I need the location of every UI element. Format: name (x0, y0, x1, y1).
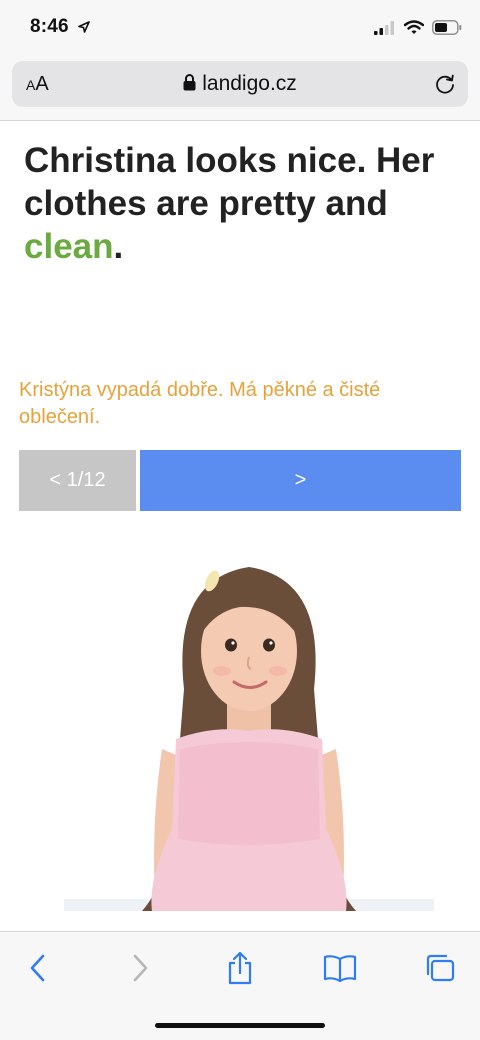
browser-toolbar (0, 931, 480, 1040)
url-text: landigo.cz (202, 72, 297, 95)
next-button[interactable]: > (140, 450, 461, 511)
url-display[interactable]: landigo.cz (12, 72, 468, 97)
status-bar: 8:46 (0, 0, 480, 58)
lesson-sentence-end: . (113, 227, 124, 266)
bookmarks-icon[interactable] (320, 950, 360, 986)
home-indicator (155, 1023, 325, 1028)
status-time: 8:46 (30, 16, 69, 37)
back-icon[interactable] (18, 950, 58, 986)
lock-icon (183, 73, 196, 97)
share-icon[interactable] (220, 950, 260, 986)
battery-icon (432, 20, 462, 40)
lesson-sentence: Christina looks nice. Her clothes are pr… (24, 139, 444, 268)
address-bar[interactable]: AA landigo.cz (12, 61, 468, 107)
reload-icon[interactable] (434, 73, 456, 100)
status-indicators (374, 20, 462, 40)
forward-icon[interactable] (120, 950, 160, 986)
wifi-icon (403, 20, 425, 40)
translation-text: Kristýna vypadá dobře. Má pěkné a čisté … (19, 379, 381, 428)
tabs-icon[interactable] (420, 950, 460, 986)
previous-button[interactable]: < 1/12 (19, 450, 136, 511)
lesson-photo (64, 539, 434, 911)
location-arrow-icon (78, 20, 90, 38)
page-content: Christina looks nice. Her clothes are pr… (0, 121, 480, 931)
cellular-signal-icon (374, 20, 396, 40)
lesson-sentence-text: Christina looks nice. Her clothes are pr… (24, 141, 435, 223)
browser-top-bar: AA landigo.cz (0, 58, 480, 121)
lesson-navigation: < 1/12 > (19, 450, 461, 511)
highlighted-word[interactable]: clean (24, 227, 114, 266)
